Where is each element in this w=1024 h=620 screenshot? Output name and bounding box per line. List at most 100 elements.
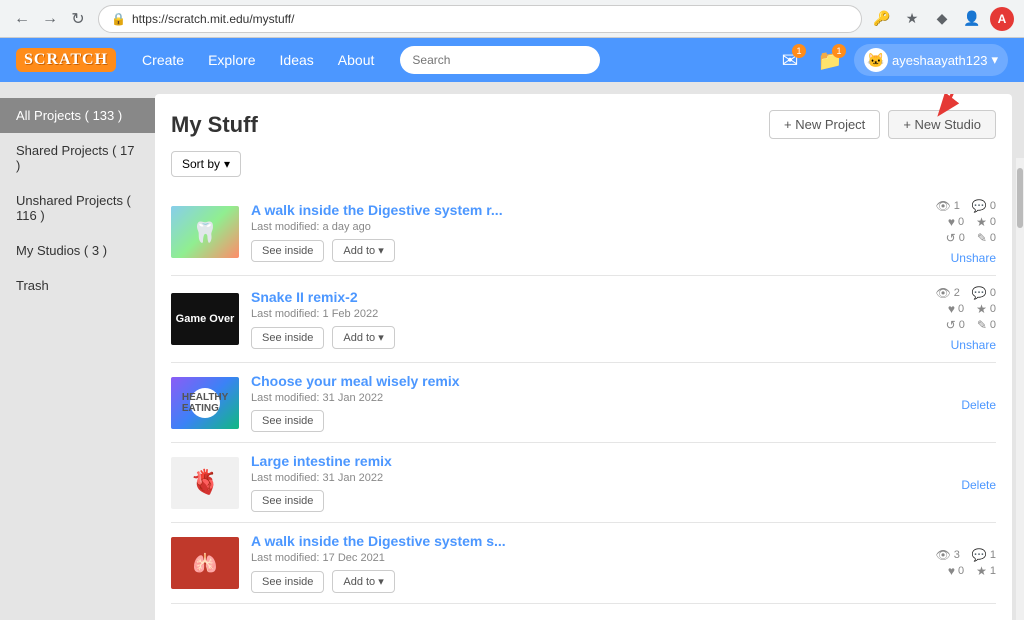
project-right-5: 👁 3 💬 1 ♥ 0 <box>916 548 996 578</box>
loves-stat-1: ♥ 0 <box>948 215 964 229</box>
user-profile-icon[interactable]: 👤 <box>960 7 984 31</box>
unshare-button-1[interactable]: Unshare <box>951 251 996 265</box>
add-to-dropdown-icon-2: ▾ <box>378 331 384 344</box>
search-input[interactable] <box>400 46 600 74</box>
nav-about[interactable]: About <box>328 46 385 74</box>
remixes-count-1: 0 <box>959 232 965 244</box>
loves-count-1: 0 <box>958 216 964 228</box>
favorites-count-1: 0 <box>990 216 996 228</box>
stats-row-2: 👁 2 💬 0 <box>936 286 996 300</box>
views-count-2: 2 <box>954 287 960 299</box>
delete-button-4[interactable]: Delete <box>961 478 996 492</box>
new-studio-button[interactable]: + New Studio <box>888 110 996 139</box>
project-meta-4: Last modified: 31 Jan 2022 <box>251 472 916 484</box>
project-actions-1: See inside Add to ▾ <box>251 239 916 262</box>
content-area: My Stuff + New Project + New Studio <box>155 94 1012 620</box>
project-title-2[interactable]: Snake II remix-2 <box>251 289 916 305</box>
see-inside-button-4[interactable]: See inside <box>251 490 324 512</box>
project-info-4: Large intestine remix Last modified: 31 … <box>251 453 916 512</box>
add-to-dropdown-icon-5: ▾ <box>378 575 384 588</box>
favorites-stat-2: ★ 0 <box>976 302 996 316</box>
new-project-button[interactable]: + New Project <box>769 110 880 139</box>
project-title-1[interactable]: A walk inside the Digestive system r... <box>251 202 916 218</box>
nav-create[interactable]: Create <box>132 46 194 74</box>
messages-icon-wrap[interactable]: ✉ 1 <box>774 44 806 76</box>
address-bar[interactable]: 🔒 https://scratch.mit.edu/mystuff/ <box>98 5 862 33</box>
project-meta-2: Last modified: 1 Feb 2022 <box>251 308 916 320</box>
reload-button[interactable]: ↻ <box>66 7 90 31</box>
profile-circle[interactable]: A <box>990 7 1014 31</box>
project-thumbnail-5: 🫁 <box>171 537 239 589</box>
table-row: 🫁 A walk inside the Digestive system s..… <box>171 523 996 604</box>
sidebar-item-trash[interactable]: Trash <box>0 268 155 303</box>
notifications-badge: 1 <box>832 44 846 58</box>
project-title-4[interactable]: Large intestine remix <box>251 453 916 469</box>
add-to-button-5[interactable]: Add to ▾ <box>332 570 394 593</box>
delete-button-3[interactable]: Delete <box>961 398 996 412</box>
sort-dropdown-icon: ▾ <box>224 157 230 171</box>
page-title: My Stuff <box>171 112 258 138</box>
bookmark-icon[interactable]: ★ <box>900 7 924 31</box>
comments-count-1: 0 <box>990 200 996 212</box>
back-button[interactable]: ← <box>10 7 34 31</box>
nav-explore[interactable]: Explore <box>198 46 265 74</box>
url-text: https://scratch.mit.edu/mystuff/ <box>132 12 295 26</box>
see-inside-button-2[interactable]: See inside <box>251 327 324 349</box>
thumb-meal-image: HEALTHY EATING <box>171 377 239 429</box>
user-menu-button[interactable]: 🐱 ayeshaayath123 ▾ <box>854 44 1008 76</box>
project-meta-3: Last modified: 31 Jan 2022 <box>251 392 916 404</box>
remix-icon: ↺ <box>946 231 956 245</box>
scrollbar[interactable] <box>1016 158 1024 620</box>
see-inside-button-3[interactable]: See inside <box>251 410 324 432</box>
sidebar-item-unshared-projects[interactable]: Unshared Projects ( 116 ) <box>0 183 155 233</box>
add-to-dropdown-icon-1: ▾ <box>378 244 384 257</box>
project-title-3[interactable]: Choose your meal wisely remix <box>251 373 916 389</box>
comment-icon-5: 💬 <box>972 548 987 562</box>
stats-row-1b: ♥ 0 ★ 0 <box>948 215 996 229</box>
extensions-icon[interactable]: ◆ <box>930 7 954 31</box>
project-info-3: Choose your meal wisely remix Last modif… <box>251 373 916 432</box>
see-inside-button-5[interactable]: See inside <box>251 571 324 593</box>
sidebar-item-shared-projects[interactable]: Shared Projects ( 17 ) <box>0 133 155 183</box>
sidebar-item-all-projects[interactable]: All Projects ( 133 ) <box>0 98 155 133</box>
project-actions-2: See inside Add to ▾ <box>251 326 916 349</box>
project-info-2: Snake II remix-2 Last modified: 1 Feb 20… <box>251 289 916 349</box>
project-actions-5: See inside Add to ▾ <box>251 570 916 593</box>
see-inside-button-1[interactable]: See inside <box>251 240 324 262</box>
unshare-button-2[interactable]: Unshare <box>951 338 996 352</box>
notifications-icon-wrap[interactable]: 📁 1 <box>814 44 846 76</box>
project-meta-1: Last modified: a day ago <box>251 221 916 233</box>
favorites-stat-1: ★ 0 <box>976 215 996 229</box>
eye-icon-5: 👁 <box>936 548 951 562</box>
main-layout: All Projects ( 133 ) Shared Projects ( 1… <box>0 82 1024 620</box>
remixes-stat-2: ↺ 0 <box>946 318 965 332</box>
thumb-intestine-image: 🫀 <box>171 457 239 509</box>
forward-button[interactable]: → <box>38 7 62 31</box>
add-to-button-2[interactable]: Add to ▾ <box>332 326 394 349</box>
project-actions-3: See inside <box>251 410 916 432</box>
comments-count-5: 1 <box>990 549 996 561</box>
sidebar-item-my-studios[interactable]: My Studios ( 3 ) <box>0 233 155 268</box>
project-thumbnail-4: 🫀 <box>171 457 239 509</box>
scratch-logo[interactable]: SCRATCH <box>16 48 116 72</box>
sort-bar: Sort by ▾ <box>171 151 996 177</box>
nav-ideas[interactable]: Ideas <box>270 46 324 74</box>
sort-button[interactable]: Sort by ▾ <box>171 151 241 177</box>
project-title-5[interactable]: A walk inside the Digestive system s... <box>251 533 916 549</box>
comments-stat-5: 💬 1 <box>972 548 996 562</box>
favorites-stat-5: ★ 1 <box>976 564 996 578</box>
table-row: 🫀 Large intestine remix Last modified: 3… <box>171 443 996 523</box>
messages-badge: 1 <box>792 44 806 58</box>
key-icon[interactable]: 🔑 <box>870 7 894 31</box>
stats-row-5: 👁 3 💬 1 <box>936 548 996 562</box>
thumb-digestive2-image: 🫁 <box>171 537 239 589</box>
user-avatar: 🐱 <box>864 48 888 72</box>
lock-icon: 🔒 <box>111 12 126 26</box>
project-right-1: 👁 1 💬 0 ♥ 0 <box>916 199 996 265</box>
views-stat-1: 👁 1 <box>936 199 960 213</box>
scripts-stat-1: ✎ 0 <box>977 231 996 245</box>
browser-icons: 🔑 ★ ◆ 👤 A <box>870 7 1014 31</box>
add-to-button-1[interactable]: Add to ▾ <box>332 239 394 262</box>
favorites-count-5: 1 <box>990 565 996 577</box>
favorites-count-2: 0 <box>990 303 996 315</box>
